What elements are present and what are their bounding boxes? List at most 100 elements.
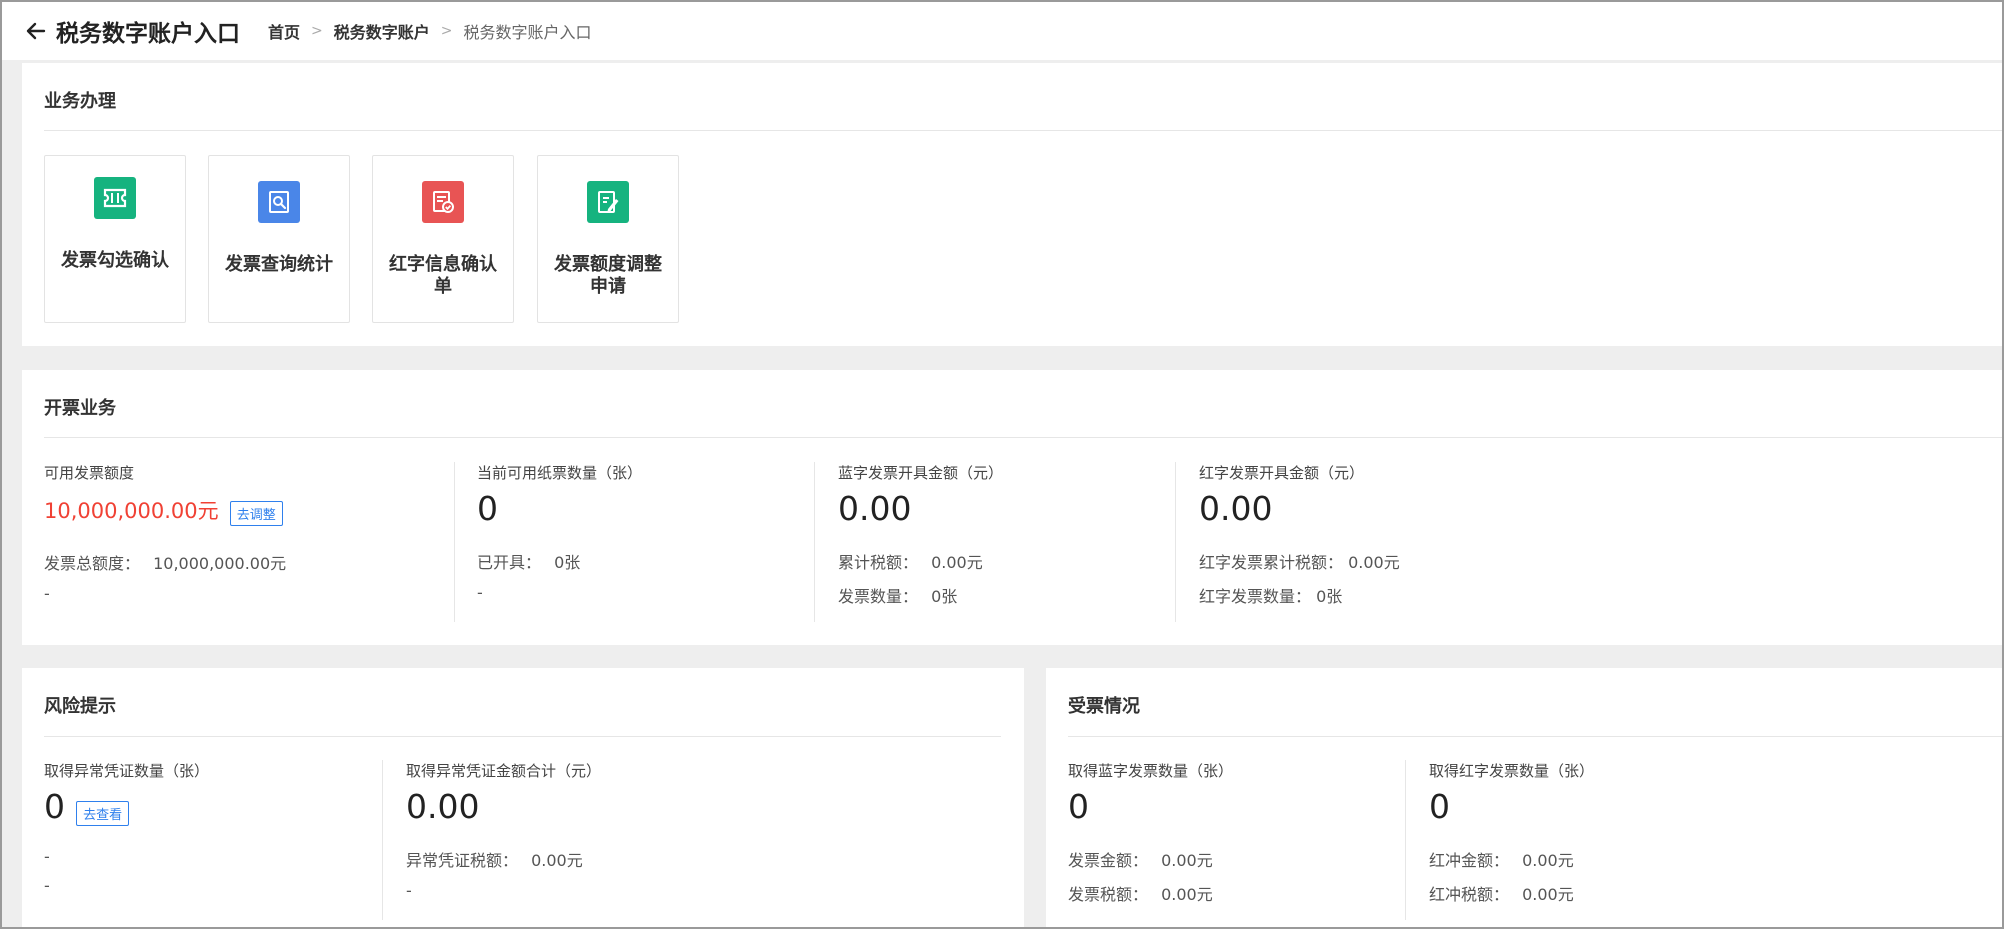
blue-column: 蓝字发票开具金额（元） 0.00 累计税额： 0.00元 发票数量： 0张: [838, 462, 1003, 607]
abnormal-count-column: 取得异常凭证数量（张） 0 去查看 - -: [44, 760, 209, 895]
abnormal-amount-label: 取得异常凭证金额合计（元）: [406, 762, 602, 780]
column-separator: [814, 462, 815, 622]
abnormal-extra: -: [406, 881, 412, 900]
invoicing-divider: [44, 437, 2002, 438]
abnormal-amount-value: 0.00: [406, 787, 480, 826]
business-title: 业务办理: [44, 91, 116, 112]
business-card: 业务办理 发票勾选确认 发票查询统计 红字信息确认单 发票额度调整申请: [22, 63, 2002, 346]
paper-extra: -: [477, 583, 483, 602]
receipt-red-amount: 红冲金额： 0.00元: [1429, 847, 1594, 871]
receipt-red-tax-value: 0.00元: [1522, 885, 1574, 904]
blue-tax: 累计税额： 0.00元: [838, 549, 1003, 573]
page-header: 税务数字账户入口 首页 > 税务数字账户 > 税务数字账户入口: [2, 2, 2002, 60]
breadcrumb-tax-account[interactable]: 税务数字账户: [334, 19, 430, 43]
receipt-divider: [1068, 736, 2002, 737]
quota-column: 可用发票额度 10,000,000.00元 去调整 发票总额度： 10,000,…: [44, 462, 286, 603]
red-tax-label: 红字发票累计税额：: [1199, 553, 1344, 572]
breadcrumb-home[interactable]: 首页: [268, 19, 300, 43]
receipt-blue-tax-label: 发票税额：: [1068, 885, 1149, 904]
receipt-blue-column: 取得蓝字发票数量（张） 0 发票金额： 0.00元 发票税额： 0.00元: [1068, 760, 1233, 905]
paper-label: 当前可用纸票数量（张）: [477, 464, 643, 482]
paper-issued-value: 0张: [554, 553, 581, 572]
receipt-red-amount-label: 红冲金额：: [1429, 851, 1510, 870]
red-column: 红字发票开具金额（元） 0.00 红字发票累计税额： 0.00元 红字发票数量：…: [1199, 462, 1400, 607]
blue-label: 蓝字发票开具金额（元）: [838, 464, 1004, 482]
red-tax: 红字发票累计税额： 0.00元: [1199, 549, 1400, 573]
receipt-title: 受票情况: [1068, 696, 1140, 717]
column-separator: [382, 760, 383, 920]
breadcrumb-current: 税务数字账户入口: [463, 23, 592, 42]
risk-divider: [44, 736, 1001, 737]
quota-value: 10,000,000.00元: [44, 499, 219, 523]
paper-issued: 已开具： 0张: [477, 549, 642, 573]
receipt-red-tax: 红冲税额： 0.00元: [1429, 881, 1594, 905]
quota-label: 可用发票额度: [44, 464, 135, 482]
tile-label: 发票勾选确认: [61, 250, 169, 271]
red-count: 红字发票数量： 0张: [1199, 583, 1400, 607]
paper-column: 当前可用纸票数量（张） 0 已开具： 0张 -: [477, 462, 642, 602]
blue-tax-value: 0.00元: [931, 553, 983, 572]
abnormal-tax: 异常凭证税额： 0.00元: [406, 847, 601, 871]
tile-invoice-query[interactable]: 发票查询统计: [208, 155, 350, 323]
abnormal-count-line2: -: [44, 876, 50, 895]
receipt-blue-tax: 发票税额： 0.00元: [1068, 881, 1233, 905]
quota-extra: -: [44, 584, 50, 603]
quota-total-value: 10,000,000.00元: [153, 554, 287, 573]
column-separator: [1175, 462, 1176, 622]
red-tax-value: 0.00元: [1348, 553, 1400, 572]
search-doc-icon: [258, 181, 300, 223]
abnormal-count-value: 0: [44, 787, 65, 826]
abnormal-tax-label: 异常凭证税额：: [406, 851, 519, 870]
blue-count-label: 发票数量：: [838, 587, 919, 606]
quota-total: 发票总额度： 10,000,000.00元: [44, 550, 286, 574]
receipt-red-amount-value: 0.00元: [1522, 851, 1574, 870]
ticket-icon: [94, 177, 136, 219]
receipt-blue-label: 取得蓝字发票数量（张）: [1068, 762, 1234, 780]
tile-quota-adjust[interactable]: 发票额度调整申请: [537, 155, 679, 323]
blue-count-value: 0张: [931, 587, 958, 606]
column-separator: [1405, 760, 1406, 920]
receipt-red-label: 取得红字发票数量（张）: [1429, 762, 1595, 780]
receipt-blue-amount-label: 发票金额：: [1068, 851, 1149, 870]
blue-tax-label: 累计税额：: [838, 553, 919, 572]
receipt-red-column: 取得红字发票数量（张） 0 红冲金额： 0.00元 红冲税额： 0.00元: [1429, 760, 1594, 905]
tile-red-info-confirm[interactable]: 红字信息确认单: [372, 155, 514, 323]
blue-value: 0.00: [838, 489, 912, 528]
red-count-value: 0张: [1316, 587, 1343, 606]
risk-card: 风险提示 取得异常凭证数量（张） 0 去查看 - - 取得异常凭证金额合计（元）…: [22, 668, 1024, 927]
adjust-button[interactable]: 去调整: [229, 501, 283, 526]
receipt-blue-value: 0: [1068, 787, 1089, 826]
business-divider: [44, 130, 2002, 131]
receipt-card: 受票情况 取得蓝字发票数量（张） 0 发票金额： 0.00元 发票税额： 0.0…: [1046, 668, 2002, 927]
receipt-blue-amount-value: 0.00元: [1161, 851, 1213, 870]
invoicing-title: 开票业务: [44, 398, 116, 419]
blue-count: 发票数量： 0张: [838, 583, 1003, 607]
abnormal-amount-column: 取得异常凭证金额合计（元） 0.00 异常凭证税额： 0.00元 -: [406, 760, 601, 900]
column-separator: [454, 462, 455, 622]
invoicing-card: 开票业务 可用发票额度 10,000,000.00元 去调整 发票总额度： 10…: [22, 370, 2002, 645]
red-label: 红字发票开具金额（元）: [1199, 464, 1365, 482]
paper-issued-label: 已开具：: [477, 553, 542, 572]
breadcrumb: 首页 > 税务数字账户 > 税务数字账户入口: [268, 19, 592, 43]
receipt-blue-amount: 发票金额： 0.00元: [1068, 847, 1233, 871]
red-count-label: 红字发票数量：: [1199, 587, 1312, 606]
page-title: 税务数字账户入口: [56, 21, 240, 47]
risk-title: 风险提示: [44, 696, 116, 717]
breadcrumb-separator: >: [440, 23, 453, 39]
quota-total-label: 发票总额度：: [44, 554, 141, 573]
abnormal-count-label: 取得异常凭证数量（张）: [44, 762, 210, 780]
receipt-blue-tax-value: 0.00元: [1161, 885, 1213, 904]
paper-value: 0: [477, 489, 498, 528]
tile-label: 红字信息确认单: [389, 254, 497, 297]
tile-label: 发票查询统计: [225, 254, 333, 275]
receipt-red-value: 0: [1429, 787, 1450, 826]
back-arrow-icon[interactable]: [24, 19, 48, 43]
view-button[interactable]: 去查看: [76, 801, 130, 826]
edit-doc-icon: [587, 181, 629, 223]
tile-invoice-select[interactable]: 发票勾选确认: [44, 155, 186, 323]
tile-label: 发票额度调整申请: [554, 254, 662, 297]
abnormal-count-line1: -: [44, 847, 50, 866]
doc-check-icon: [422, 181, 464, 223]
abnormal-tax-value: 0.00元: [531, 851, 583, 870]
breadcrumb-separator: >: [311, 23, 323, 39]
